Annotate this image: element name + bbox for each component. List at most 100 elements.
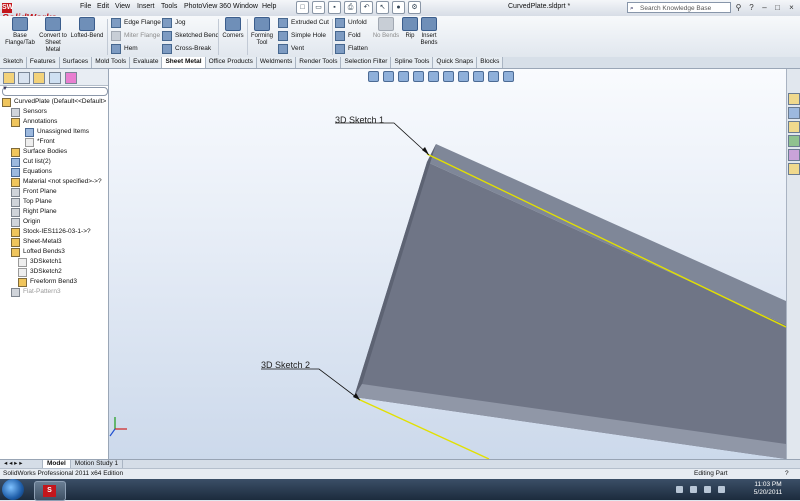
menu-file[interactable]: File — [80, 3, 91, 10]
tab-features[interactable]: Features — [26, 57, 60, 68]
jog-button[interactable]: Jog — [162, 18, 185, 28]
select-icon[interactable]: ↖ — [376, 1, 389, 14]
options-icon[interactable]: ⚙ — [408, 1, 421, 14]
tree-item[interactable]: Unassigned Items — [25, 127, 89, 137]
tree-item[interactable]: Surface Bodies — [11, 147, 67, 157]
no-bends-button[interactable]: No Bends — [370, 17, 402, 40]
dimxpert-icon[interactable] — [49, 72, 61, 84]
tree-item[interactable]: Flat-Pattern3 — [11, 287, 61, 297]
hide-show-items-icon[interactable] — [458, 71, 469, 82]
tab-evaluate[interactable]: Evaluate — [130, 57, 163, 68]
resources-icon[interactable] — [788, 93, 800, 105]
flatten-button[interactable]: Flatten — [335, 44, 368, 54]
tab-spline-tools[interactable]: Spline Tools — [391, 57, 434, 68]
tree-item[interactable]: Material <not specified>->? — [11, 177, 102, 187]
print-icon[interactable]: ⎙ — [344, 1, 357, 14]
tray-network-icon[interactable] — [690, 486, 697, 493]
display-manager-icon[interactable] — [65, 72, 77, 84]
cross-break-button[interactable]: Cross-Break — [162, 44, 211, 54]
tray-power-icon[interactable] — [718, 486, 725, 493]
design-library-icon[interactable] — [788, 107, 800, 119]
save-icon[interactable]: ▪ — [328, 1, 341, 14]
vent-button[interactable]: Vent — [278, 44, 304, 54]
configuration-manager-icon[interactable] — [33, 72, 45, 84]
tray-arrow-icon[interactable] — [676, 486, 683, 493]
menu-edit[interactable]: Edit — [97, 3, 109, 10]
close-icon[interactable]: × — [786, 2, 797, 13]
solidworks-logo[interactable]: SWSolidWorks — [2, 1, 62, 24]
tree-item[interactable]: *Front — [25, 137, 55, 147]
tree-item[interactable]: Top Plane — [11, 197, 52, 207]
minimize-icon[interactable]: – — [759, 2, 770, 13]
zoom-to-area-icon[interactable] — [383, 71, 394, 82]
tree-item[interactable]: Equations — [11, 167, 52, 177]
file-explorer-icon[interactable] — [788, 121, 800, 133]
section-view-icon[interactable] — [413, 71, 424, 82]
status-help-icon[interactable]: ? — [785, 469, 789, 479]
sketched-bend-button[interactable]: Sketched Bend — [162, 31, 219, 41]
menu-help[interactable]: Help — [262, 3, 276, 10]
tab-selection-filter[interactable]: Selection Filter — [341, 57, 392, 68]
property-manager-icon[interactable] — [18, 72, 30, 84]
search-input[interactable]: ⌕ Search Knowledge Base — [627, 2, 731, 13]
tab-render-tools[interactable]: Render Tools — [296, 57, 342, 68]
edge-flange-button[interactable]: Edge Flange — [111, 18, 161, 28]
tab-mold-tools[interactable]: Mold Tools — [92, 57, 131, 68]
tree-item[interactable]: 3DSketch1 — [18, 257, 62, 267]
tree-item[interactable]: 3DSketch2 — [18, 267, 62, 277]
tree-item[interactable]: Stock-IES1126-03-1->? — [11, 227, 91, 237]
view-settings-icon[interactable] — [503, 71, 514, 82]
hem-button[interactable]: Hem — [111, 44, 138, 54]
forming-tool-button[interactable]: Forming Tool — [249, 17, 275, 47]
open-folder-icon[interactable]: ▭ — [312, 1, 325, 14]
lofted-bend-button[interactable]: Lofted-Bend — [69, 17, 105, 40]
base-flange-button[interactable]: Base Flange/Tab — [3, 17, 37, 47]
menu-window[interactable]: Window — [233, 3, 258, 10]
menu-view[interactable]: View — [115, 3, 130, 10]
tree-item[interactable]: Annotations — [11, 117, 57, 127]
tab-blocks[interactable]: Blocks — [477, 57, 504, 68]
insert-bends-button[interactable]: Insert Bends — [418, 17, 440, 47]
tree-item[interactable]: Sensors — [11, 107, 47, 117]
undo-icon[interactable]: ↶ — [360, 1, 373, 14]
tree-item[interactable]: Origin — [11, 217, 40, 227]
display-style-icon[interactable] — [443, 71, 454, 82]
tab-office-products[interactable]: Office Products — [205, 57, 257, 68]
menu-insert[interactable]: Insert — [137, 3, 155, 10]
tab-quick-snaps[interactable]: Quick Snaps — [433, 57, 478, 68]
tree-root[interactable]: CurvedPlate (Default<<Default> — [2, 97, 106, 107]
graphics-area[interactable]: 3D Sketch 1 3D Sketch 2 — [109, 69, 786, 459]
tree-item[interactable]: Freeform Bend3 — [18, 277, 77, 287]
feature-manager-icon[interactable] — [3, 72, 15, 84]
view-palette-icon[interactable] — [788, 135, 800, 147]
apply-scene-icon[interactable] — [488, 71, 499, 82]
fold-button[interactable]: Fold — [335, 31, 361, 41]
menu-photoview[interactable]: PhotoView 360 — [184, 3, 231, 10]
search-go-icon[interactable]: ⚲ — [733, 2, 744, 13]
menu-tools[interactable]: Tools — [161, 3, 177, 10]
tree-item[interactable]: Right Plane — [11, 207, 57, 217]
rebuild-icon[interactable]: ● — [392, 1, 405, 14]
view-orientation-icon[interactable] — [428, 71, 439, 82]
edit-appearance-icon[interactable] — [473, 71, 484, 82]
tab-weldments[interactable]: Weldments — [256, 57, 297, 68]
rip-button[interactable]: Rip — [402, 17, 418, 40]
miter-flange-button[interactable]: Miter Flange — [111, 31, 160, 41]
tree-item[interactable]: Cut list(2) — [11, 157, 51, 167]
extruded-cut-button[interactable]: Extruded Cut — [278, 18, 329, 28]
previous-view-icon[interactable] — [398, 71, 409, 82]
tray-volume-icon[interactable] — [704, 486, 711, 493]
tree-item[interactable]: Lofted Bends3 — [11, 247, 65, 257]
zoom-to-fit-icon[interactable] — [368, 71, 379, 82]
taskbar-solidworks-button[interactable]: S — [34, 481, 66, 501]
new-document-icon[interactable]: □ — [296, 1, 309, 14]
convert-sheet-metal-button[interactable]: Convert to Sheet Metal — [38, 17, 68, 54]
tree-item[interactable]: Front Plane — [11, 187, 57, 197]
start-button-icon[interactable] — [2, 479, 24, 500]
system-clock[interactable]: 11:03 PM 5/20/2011 — [740, 481, 796, 497]
corners-button[interactable]: Corners — [220, 17, 246, 40]
tab-sketch[interactable]: Sketch — [0, 57, 27, 68]
tree-filter-input[interactable] — [2, 87, 108, 96]
unfold-button[interactable]: Unfold — [335, 18, 367, 28]
tab-sheet-metal[interactable]: Sheet Metal — [162, 57, 206, 68]
